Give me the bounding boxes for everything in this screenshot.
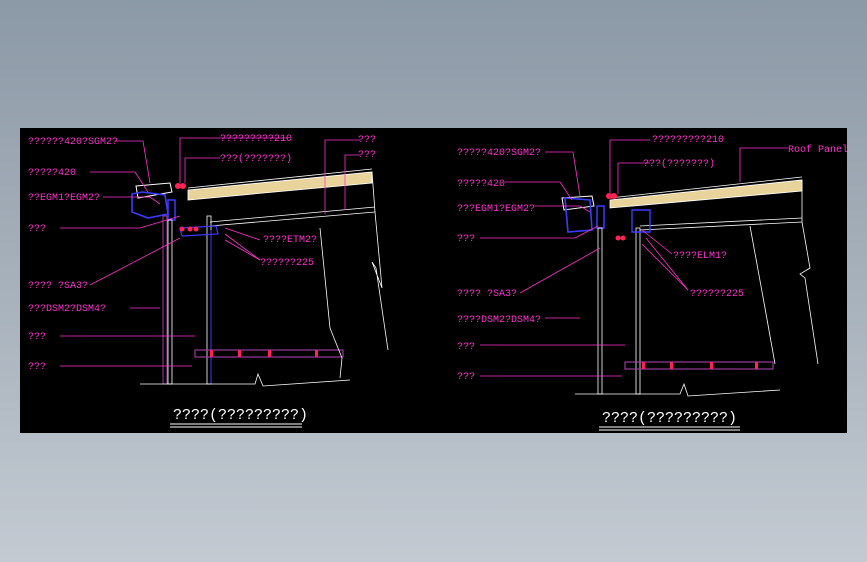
left-label-sgm: ??????420?SGM2? <box>28 137 118 148</box>
left-label-r1: ??? <box>358 135 376 146</box>
left-label-a1: ??? <box>28 224 46 235</box>
right-detail: ?????420?SGM2? ?????420 ???EGM1?EGM2? ??… <box>457 135 847 431</box>
right-wall-line <box>749 225 776 365</box>
right-break-line <box>799 221 819 365</box>
right-bottom-break <box>575 382 781 397</box>
left-bottom-break <box>140 372 351 387</box>
left-column-inner <box>167 219 173 385</box>
left-column-outer <box>162 215 168 385</box>
cad-drawing-canvas: ??????420?SGM2? ?????420 ??EGM1?EGM2? ??… <box>20 128 847 433</box>
left-label-a3: ??? <box>28 362 46 373</box>
left-label-r2: ??? <box>358 150 376 161</box>
right-label-225: ??????225 <box>690 289 744 300</box>
left-wall-line <box>319 227 343 379</box>
right-column <box>597 227 603 395</box>
left-label-dsm: ???DSM2?DSM4? <box>28 304 106 315</box>
right-label-roof-panel: Roof Panel <box>788 144 847 156</box>
right-beam-bolts <box>642 362 758 369</box>
right-insulation-panel <box>609 179 803 209</box>
drawing-svg: ??????420?SGM2? ?????420 ??EGM1?EGM2? ??… <box>28 134 847 431</box>
right-label-a3: ??? <box>457 372 475 383</box>
left-beam-bolts <box>210 350 318 357</box>
right-roof-inner-line-1 <box>639 217 803 227</box>
left-label-egm: ??EGM1?EGM2? <box>28 193 100 204</box>
right-gutter-steel <box>564 197 593 233</box>
right-label-420: ?????420 <box>457 179 505 190</box>
left-label-225: ??????225 <box>260 258 314 269</box>
left-label-etm: ????ETM2? <box>263 235 317 246</box>
right-label-egm: ???EGM1?EGM2? <box>457 204 535 215</box>
right-label-210: ?????????210 <box>652 135 724 146</box>
right-label-a1: ??? <box>457 234 475 245</box>
left-gutter-cap <box>135 182 173 199</box>
left-label-paren: ???(???????) <box>220 153 292 165</box>
left-label-210: ?????????210 <box>220 134 292 145</box>
right-label-dsm: ????DSM2?DSM4? <box>457 315 541 326</box>
left-leaders <box>60 137 360 367</box>
left-roof-end <box>371 171 376 213</box>
right-post-cap <box>631 209 651 233</box>
left-label-420: ?????420 <box>28 168 76 179</box>
right-label-sa3: ???? ?SA3? <box>457 289 517 300</box>
left-insulation-panel <box>187 171 373 201</box>
left-title: ????(?????????) <box>173 407 308 424</box>
left-flashing <box>167 199 176 221</box>
left-label-sa3: ???? ?SA3? <box>28 281 88 292</box>
left-label-a2: ??? <box>28 332 46 343</box>
right-bottom-beam <box>624 361 774 370</box>
right-label-elm: ????ELM1? <box>673 251 727 262</box>
right-label-sgm: ?????420?SGM2? <box>457 148 541 159</box>
left-detail: ??????420?SGM2? ?????420 ??EGM1?EGM2? ??… <box>28 134 389 428</box>
right-title: ????(?????????) <box>602 410 737 427</box>
right-label-paren: ???(???????) <box>643 158 715 170</box>
right-label-a2: ??? <box>457 342 475 353</box>
right-flashing <box>596 205 605 229</box>
left-post <box>206 215 212 385</box>
left-break-line <box>371 211 389 351</box>
right-roof-inner-line-2 <box>639 221 803 231</box>
left-bracket <box>179 225 219 237</box>
right-leaders <box>480 139 788 377</box>
